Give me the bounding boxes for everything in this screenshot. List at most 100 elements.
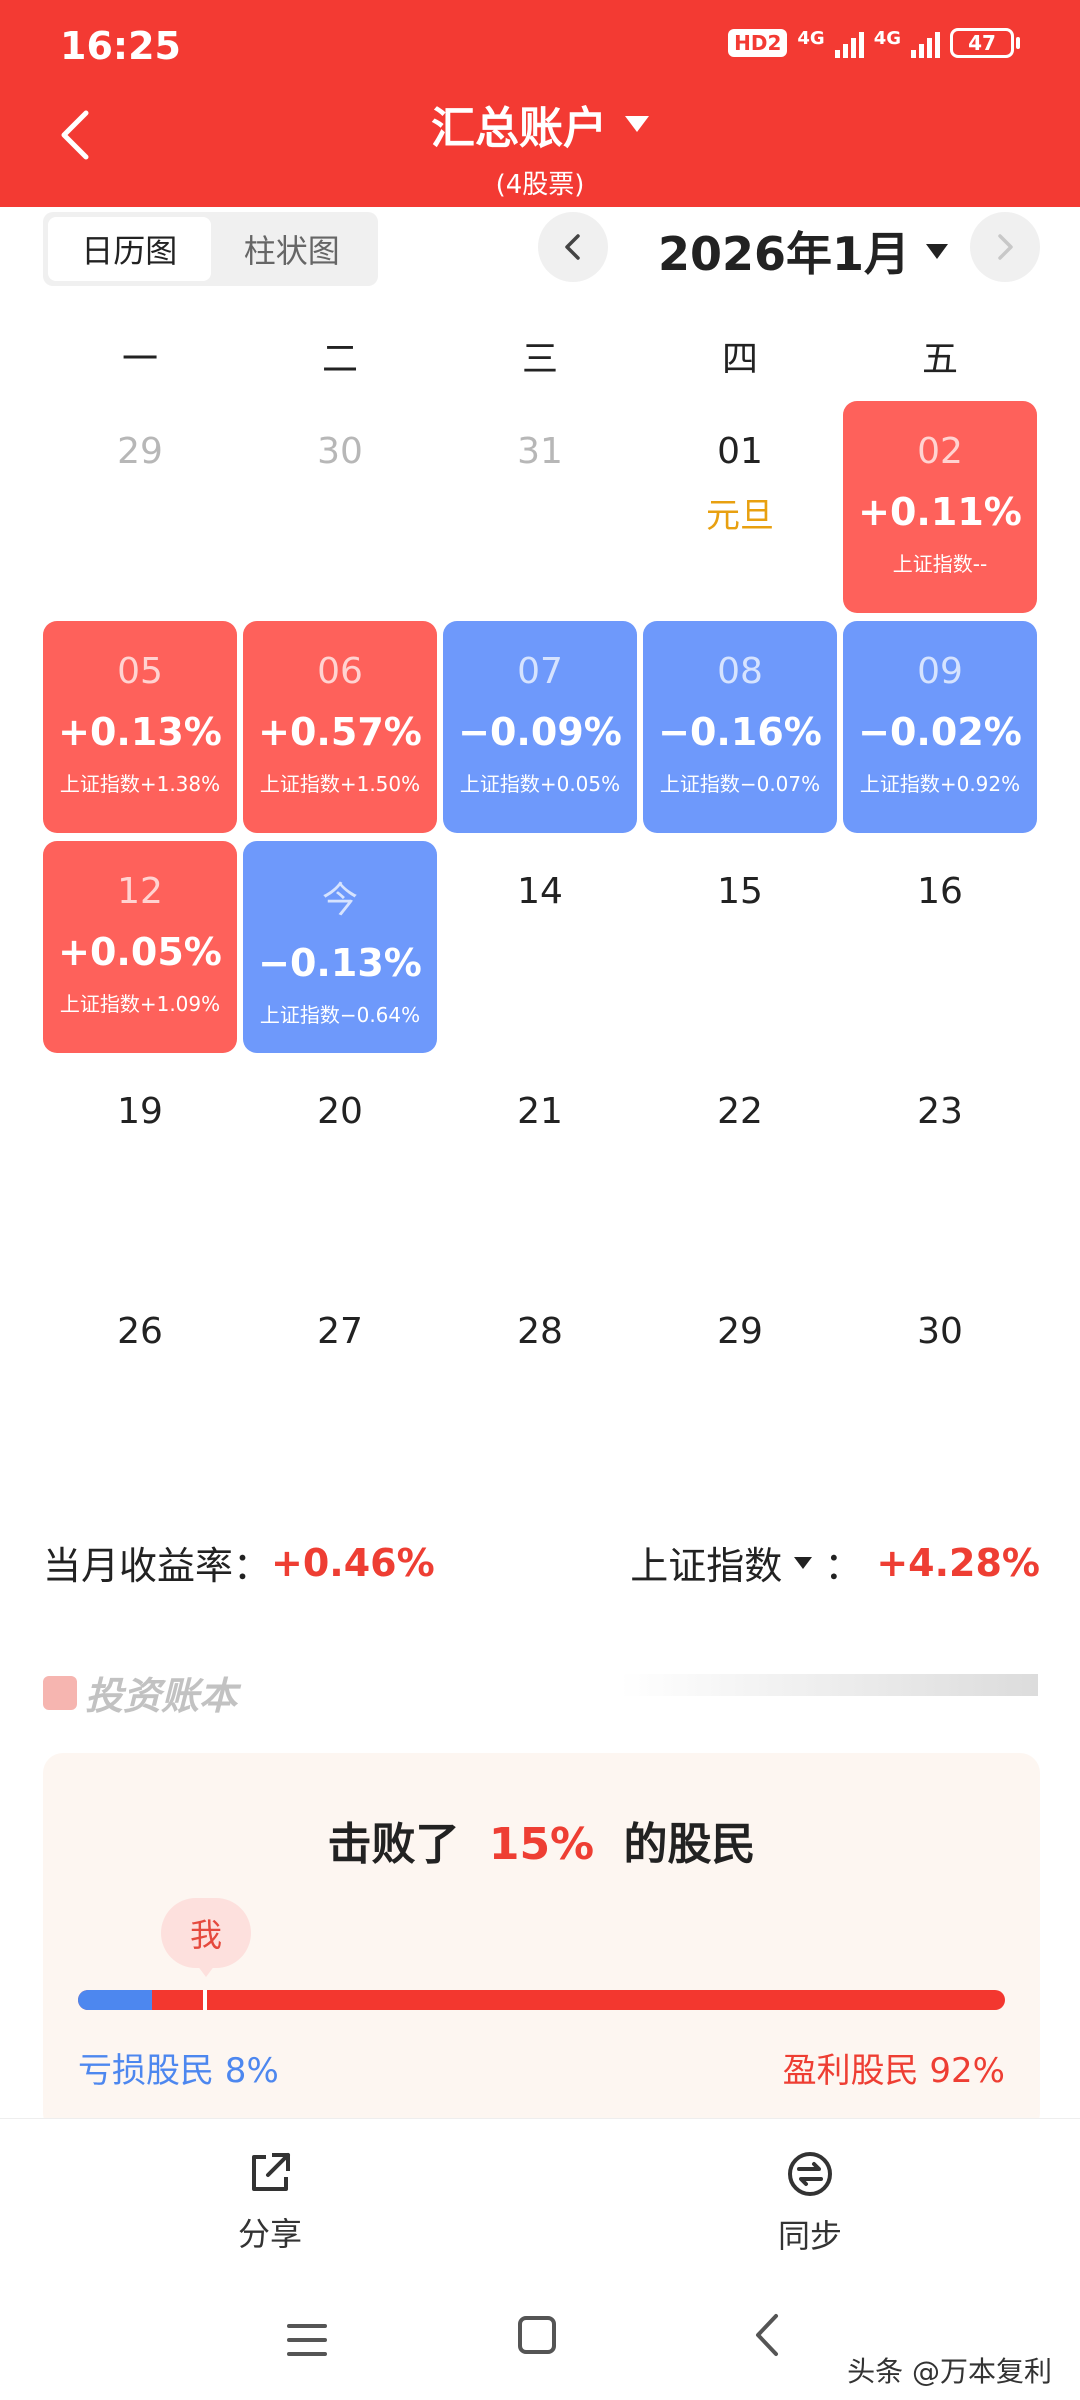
calendar-day-cell[interactable]: 29: [40, 398, 240, 618]
calendar-day-cell[interactable]: 05 +0.13% 上证指数+1.38%: [40, 618, 240, 838]
holiday-label: 元旦: [706, 496, 774, 536]
daily-return: −0.02%: [858, 710, 1022, 754]
home-icon[interactable]: [518, 2316, 556, 2354]
calendar-day-cell[interactable]: 06 +0.57% 上证指数+1.50%: [240, 618, 440, 838]
page-subtitle: (4股票): [495, 170, 585, 200]
calendar-day-cell[interactable]: 26: [40, 1278, 240, 1498]
index-change: 上证指数+0.05%: [459, 772, 621, 796]
calendar-day-cell[interactable]: 31: [440, 398, 640, 618]
calendar-week-row: 05 +0.13% 上证指数+1.38% 06 +0.57% 上证指数+1.50% 07 −0…: [40, 618, 1040, 838]
day-number: 15: [717, 871, 763, 912]
daily-return: +0.05%: [58, 930, 222, 974]
index-separator: ：: [824, 1544, 863, 1588]
calendar-day-tile: 26: [43, 1281, 237, 1493]
calendar-day-tile: 06 +0.57% 上证指数+1.50%: [243, 621, 437, 833]
calendar-day-tile: 16: [843, 841, 1037, 1053]
calendar-day-tile: 07 −0.09% 上证指数+0.05%: [443, 621, 637, 833]
day-number: 02: [917, 431, 963, 472]
calendar-day-cell[interactable]: 02 +0.11% 上证指数--: [840, 398, 1040, 618]
me-marker-bubble: 我: [161, 1898, 251, 1968]
calendar-day-cell[interactable]: 16: [840, 838, 1040, 1058]
index-change: 上证指数−0.64%: [259, 1003, 421, 1027]
calendar-day-tile: 01 元旦: [643, 401, 837, 613]
day-number: 14: [517, 871, 563, 912]
next-month-button[interactable]: [970, 212, 1040, 282]
calendar-day-tile: 22: [643, 1061, 837, 1273]
calendar-day-tile: 28: [443, 1281, 637, 1493]
daily-return: −0.13%: [258, 941, 422, 985]
loss-investors-label: 亏损股民 8%: [78, 2051, 279, 2091]
ledger-logo-icon: [43, 1675, 77, 1710]
sync-button[interactable]: 同步: [730, 2149, 890, 2257]
index-change: 上证指数+1.09%: [59, 992, 221, 1016]
month-label: 2026年1月: [658, 227, 911, 281]
day-number: 20: [317, 1091, 363, 1132]
prev-month-button[interactable]: [538, 212, 608, 282]
me-marker-tail: [197, 1965, 215, 1977]
day-number: 30: [317, 431, 363, 472]
calendar-day-cell[interactable]: 27: [240, 1278, 440, 1498]
calendar-day-tile: 12 +0.05% 上证指数+1.09%: [43, 841, 237, 1053]
weekday-label: 一: [121, 339, 158, 380]
tab-calendar[interactable]: 日历图: [48, 217, 211, 281]
ranking-title-prefix: 击败了: [327, 1819, 460, 1870]
day-number: 今: [321, 880, 358, 921]
daily-return: −0.09%: [458, 710, 622, 754]
calendar-day-cell[interactable]: 22: [640, 1058, 840, 1278]
network-label-2: 4G: [873, 28, 901, 49]
day-number: 29: [717, 1311, 763, 1352]
calendar-day-cell[interactable]: 09 −0.02% 上证指数+0.92%: [840, 618, 1040, 838]
calendar-day-cell[interactable]: 08 −0.16% 上证指数−0.07%: [640, 618, 840, 838]
calendar-day-cell[interactable]: 今 −0.13% 上证指数−0.64%: [240, 838, 440, 1058]
weekday-header: 一 二 三 四 五: [40, 330, 1040, 382]
calendar-day-cell[interactable]: 29: [640, 1278, 840, 1498]
signal-icon-2: [911, 28, 940, 58]
daily-return: +0.11%: [858, 490, 1022, 534]
calendar-day-cell[interactable]: 23: [840, 1058, 1040, 1278]
loss-segment: [78, 1990, 153, 2010]
calendar-day-tile: 29: [43, 401, 237, 613]
menu-icon[interactable]: [287, 2320, 327, 2360]
calendar-day-tile: 05 +0.13% 上证指数+1.38%: [43, 621, 237, 833]
calendar-day-cell[interactable]: 19: [40, 1058, 240, 1278]
weekday-label: 四: [721, 339, 758, 380]
share-button[interactable]: 分享: [190, 2149, 350, 2255]
calendar-day-cell[interactable]: 12 +0.05% 上证指数+1.09%: [40, 838, 240, 1058]
view-switcher: 日历图 柱状图: [43, 212, 378, 286]
share-label: 分享: [237, 2215, 302, 2253]
sync-icon: [788, 2152, 832, 2196]
calendar-day-cell[interactable]: 21: [440, 1058, 640, 1278]
account-selector[interactable]: 汇总账户 (4股票): [0, 92, 1080, 201]
month-selector[interactable]: 2026年1月: [658, 218, 949, 284]
calendar-day-tile: 09 −0.02% 上证指数+0.92%: [843, 621, 1037, 833]
day-number: 12: [117, 871, 163, 912]
calendar-day-tile: 30: [843, 1281, 1037, 1493]
day-number: 08: [717, 651, 763, 692]
day-number: 01: [717, 431, 763, 472]
calendar-day-tile: 23: [843, 1061, 1037, 1273]
calendar-day-cell[interactable]: 30: [240, 398, 440, 618]
calendar-week-row: 29 30 31 01 元旦 02 +0.11% 上证指数--: [40, 398, 1040, 618]
day-number: 28: [517, 1311, 563, 1352]
calendar-day-cell[interactable]: 30: [840, 1278, 1040, 1498]
day-number: 31: [517, 431, 563, 472]
daily-return: +0.13%: [58, 710, 222, 754]
share-icon: [252, 2153, 290, 2191]
month-navigator: 2026年1月: [538, 212, 1040, 284]
calendar-day-cell[interactable]: 20: [240, 1058, 440, 1278]
calendar-day-cell[interactable]: 01 元旦: [640, 398, 840, 618]
index-selector[interactable]: 上证指数: [630, 1535, 824, 1590]
calendar-week-row: 12 +0.05% 上证指数+1.09% 今 −0.13% 上证指数−0.64% 14 15 1…: [40, 838, 1040, 1058]
calendar-day-cell[interactable]: 15: [640, 838, 840, 1058]
daily-return: +0.57%: [258, 710, 422, 754]
calendar-day-cell[interactable]: 07 −0.09% 上证指数+0.05%: [440, 618, 640, 838]
back-icon[interactable]: [752, 2312, 782, 2358]
day-number: 22: [717, 1091, 763, 1132]
calendar-day-cell[interactable]: 28: [440, 1278, 640, 1498]
dropdown-triangle-icon: [926, 243, 949, 259]
index-change: 上证指数+0.92%: [859, 772, 1021, 796]
ranking-title-suffix: 的股民: [623, 1819, 756, 1870]
tab-bar-chart[interactable]: 柱状图: [211, 217, 374, 281]
calendar-day-cell[interactable]: 14: [440, 838, 640, 1058]
calendar-week-row: 26 27 28 29 30: [40, 1278, 1040, 1498]
